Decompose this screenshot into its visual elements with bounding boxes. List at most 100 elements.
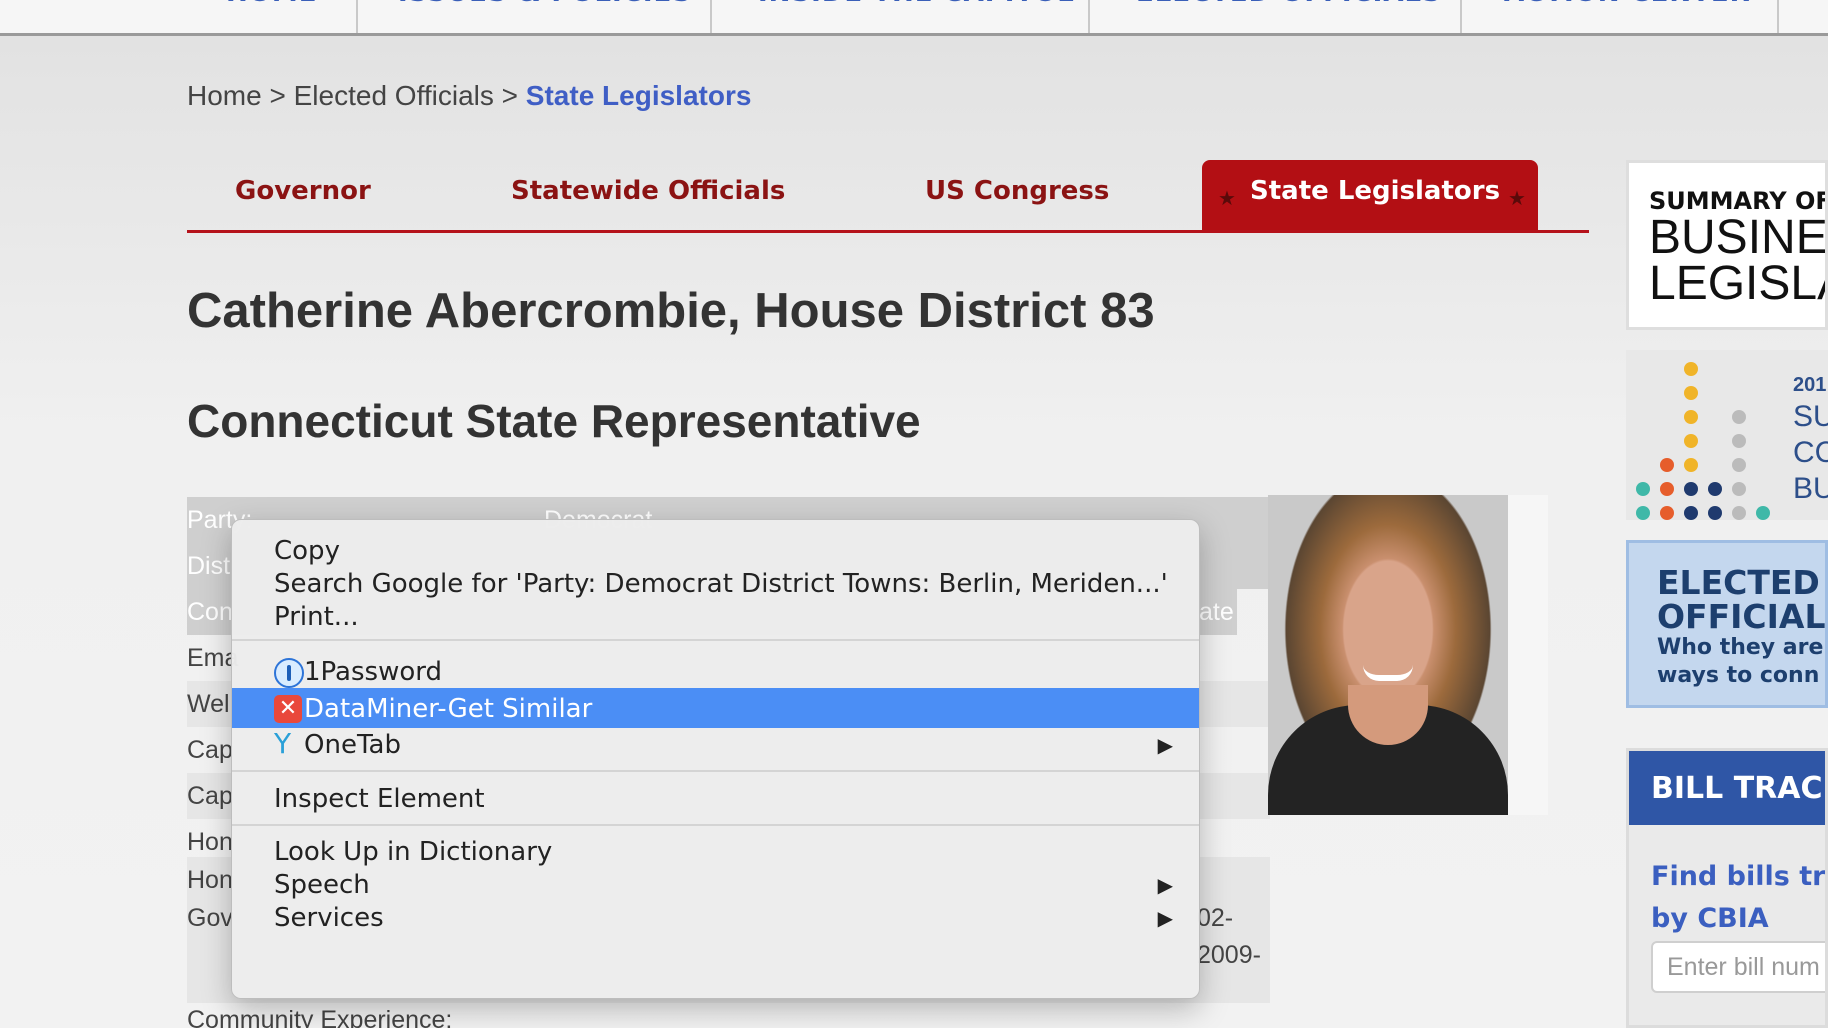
breadcrumb-current[interactable]: State Legislators: [526, 80, 752, 111]
dot: [1660, 506, 1674, 520]
ad-title: BUSINESLEGISLA: [1649, 214, 1825, 310]
dot: [1756, 506, 1770, 520]
nav-divider: [1460, 0, 1462, 33]
star-icon: ★: [1218, 186, 1236, 210]
row-key: Hon: [187, 828, 233, 856]
menu-item-label: Search Google for 'Party: Democrat Distr…: [274, 569, 1168, 599]
menu-item-dataminer[interactable]: ✕ DataMiner-Get Similar: [232, 688, 1199, 728]
breadcrumb-separator: >: [261, 80, 294, 111]
menu-item-services[interactable]: Services ▶: [232, 897, 1199, 937]
menu-item-onetab[interactable]: Y OneTab ▶: [232, 724, 1199, 764]
submenu-arrow-icon: ▶: [1157, 873, 1173, 897]
dot: [1684, 362, 1698, 376]
tab-label: State Legislators: [1250, 176, 1501, 206]
ad-title-line: LEGISLA: [1649, 257, 1825, 310]
ad-text: BU: [1793, 472, 1828, 505]
bill-tracker-header: BILL TRACK: [1629, 751, 1828, 825]
row-value: ate: [1199, 598, 1234, 626]
menu-item-1password[interactable]: 1Password: [232, 651, 1199, 691]
dot: [1660, 458, 1674, 472]
nav-home[interactable]: HOME: [226, 0, 318, 18]
menu-item-label: Inspect Element: [274, 784, 485, 814]
bill-number-input[interactable]: Enter bill num: [1651, 941, 1825, 993]
submenu-arrow-icon: ▶: [1157, 733, 1173, 757]
dot: [1684, 410, 1698, 424]
menu-item-label: Speech: [274, 870, 370, 900]
menu-item-print[interactable]: Print...: [232, 596, 1199, 636]
breadcrumb: Home > Elected Officials > State Legisla…: [187, 80, 751, 112]
photo-smile: [1363, 665, 1413, 681]
menu-divider: [232, 824, 1199, 826]
dot: [1732, 458, 1746, 472]
nav-inside-capitol[interactable]: INSIDE THE CAPITOL: [758, 0, 1075, 18]
page-subtitle: Connecticut State Representative: [187, 395, 921, 447]
dot: [1684, 482, 1698, 496]
ad-text: Who they are: [1657, 635, 1824, 660]
dot: [1732, 410, 1746, 424]
ad-year: 201: [1793, 374, 1827, 396]
elected-officials-ad[interactable]: ELECTED OFFICIAL Who they are ways to co…: [1626, 540, 1828, 708]
dot: [1732, 434, 1746, 448]
dot: [1684, 458, 1698, 472]
tab-statewide-officials[interactable]: Statewide Officials: [511, 176, 785, 206]
dot: [1708, 506, 1722, 520]
menu-item-label: Print...: [274, 602, 359, 632]
1password-icon: [274, 658, 304, 688]
officials-tabs: Governor Statewide Officials US Congress…: [187, 158, 1589, 233]
nav-issues-policies[interactable]: ISSUES & POLICIES: [398, 0, 692, 18]
row-key: Gov: [187, 904, 233, 932]
nav-divider: [356, 0, 358, 33]
bill-tracker-widget: BILL TRACK Find bills trac by CBIA Enter …: [1626, 748, 1828, 1028]
tab-state-legislators[interactable]: ★ State Legislators ★: [1202, 160, 1538, 230]
menu-divider: [232, 770, 1199, 772]
row-key: Con: [187, 598, 233, 626]
ad-title: OFFICIAL: [1657, 597, 1826, 636]
bill-tracker-line: by CBIA: [1651, 903, 1769, 934]
row-key: Cap: [187, 782, 233, 810]
star-icon: ★: [1508, 186, 1526, 210]
nav-divider: [1777, 0, 1779, 33]
dot: [1732, 506, 1746, 520]
nav-divider: [710, 0, 712, 33]
tab-us-congress[interactable]: US Congress: [925, 176, 1109, 206]
dot: [1636, 506, 1650, 520]
photo-side-panel: [1508, 495, 1548, 815]
row-value: 02-: [1197, 904, 1234, 932]
dot: [1684, 434, 1698, 448]
community-experience-label: Community Experience:: [187, 1006, 453, 1028]
onetab-icon: Y: [274, 727, 292, 760]
survey-ad[interactable]: 201 SU CC BU: [1626, 350, 1828, 520]
bill-tracker-title: BILL TRACK: [1651, 771, 1828, 806]
dot: [1732, 482, 1746, 496]
ad-text: CC: [1793, 436, 1828, 469]
dataminer-icon: ✕: [274, 695, 302, 723]
breadcrumb-elected-officials[interactable]: Elected Officials: [294, 80, 494, 111]
breadcrumb-separator: >: [493, 80, 526, 111]
dot: [1708, 482, 1722, 496]
menu-item-label: Services: [274, 903, 384, 933]
top-nav: HOME ISSUES & POLICIES INSIDE THE CAPITO…: [0, 0, 1828, 36]
bill-tracker-description: Find bills trac by CBIA: [1651, 856, 1826, 940]
tab-governor[interactable]: Governor: [235, 176, 371, 206]
nav-action-center[interactable]: ACTION CENTER: [1504, 0, 1751, 18]
menu-item-label: Copy: [274, 536, 340, 566]
context-menu: Copy Search Google for 'Party: Democrat …: [231, 519, 1200, 999]
dot: [1684, 386, 1698, 400]
menu-item-inspect-element[interactable]: Inspect Element: [232, 778, 1199, 818]
menu-item-label: OneTab: [304, 730, 401, 760]
dot: [1684, 506, 1698, 520]
menu-item-label: 1Password: [304, 657, 442, 687]
row-key: Hon: [187, 866, 233, 894]
row-key: Dist: [187, 552, 231, 580]
submenu-arrow-icon: ▶: [1157, 906, 1173, 930]
bill-tracker-line: Find bills trac: [1651, 861, 1826, 892]
row-key: Wel: [187, 690, 230, 718]
dot: [1660, 482, 1674, 496]
nav-elected-officials[interactable]: ELECTED OFFICIALS: [1136, 0, 1442, 18]
business-legislation-ad[interactable]: SUMMARY OF BUSINESLEGISLA: [1626, 160, 1828, 330]
breadcrumb-home[interactable]: Home: [187, 80, 262, 111]
ad-text: ways to conn: [1657, 663, 1820, 688]
menu-item-label: Look Up in Dictionary: [274, 837, 553, 867]
row-value: 2009-: [1197, 941, 1261, 969]
legislator-photo: [1268, 495, 1508, 815]
